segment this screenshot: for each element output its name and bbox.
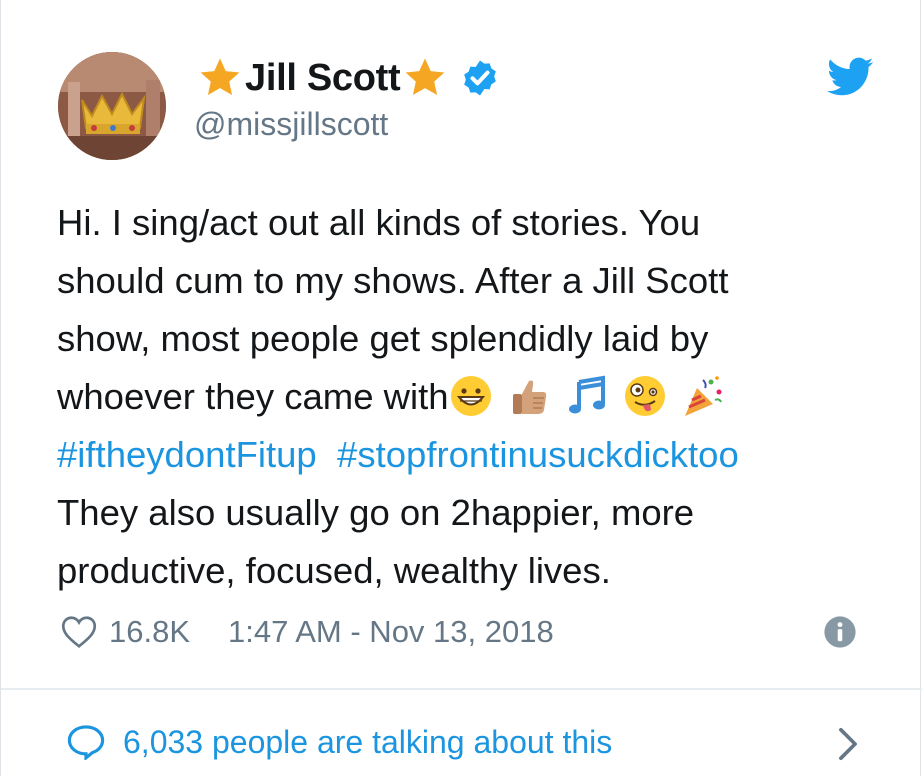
grinning-face-icon [449, 374, 493, 418]
user-handle[interactable]: @missjillscott [194, 106, 388, 143]
tweet-meta: 16.8K 1:47 AM - Nov 13, 2018 [61, 610, 554, 654]
tweet-text: Hi. I sing/act out all kinds of stories.… [57, 194, 907, 600]
hashtag-link[interactable]: #iftheydontFitup [57, 434, 317, 475]
tweet-line: should cum to my shows. After a Jill Sco… [57, 260, 729, 301]
tweet-line: They also usually go on 2happier, more [57, 492, 695, 533]
display-name-row[interactable]: Jill Scott [197, 56, 500, 100]
tweet-line: show, most people get splendidly laid by [57, 318, 709, 359]
crown-avatar-image [58, 52, 166, 160]
thumbs-up-icon [507, 374, 551, 418]
speech-bubble-icon [67, 725, 105, 760]
conversation-count-text[interactable]: 6,033 people are talking about this [123, 724, 612, 761]
tweet-line-emoji: whoever they came with [57, 368, 907, 426]
star-icon [200, 58, 240, 96]
twitter-bird-icon[interactable] [827, 57, 874, 97]
hashtag-link[interactable]: #stopfrontinusuckdicktoo [337, 434, 739, 475]
tweet-line: productive, focused, wealthy lives. [57, 550, 611, 591]
divider [1, 688, 922, 690]
like-count[interactable]: 16.8K [109, 614, 190, 650]
star-icon [406, 58, 445, 96]
hashtag-line: #iftheydontFitup #stopfrontinusuckdickto… [57, 426, 907, 484]
heart-icon[interactable] [61, 615, 97, 649]
chevron-right-icon[interactable] [835, 727, 861, 761]
timestamp[interactable]: 1:47 AM - Nov 13, 2018 [228, 614, 554, 650]
musical-notes-icon [565, 374, 609, 418]
tweet-line: Hi. I sing/act out all kinds of stories.… [57, 202, 701, 243]
party-popper-icon [681, 374, 725, 418]
verified-badge-icon [464, 60, 497, 96]
conversation-link[interactable]: 6,033 people are talking about this [67, 720, 612, 764]
tweet-line-text: whoever they came with [57, 376, 449, 417]
tweet-card: Jill Scott @missjillscott Hi. I sing/act… [0, 0, 922, 776]
zany-face-icon [623, 374, 667, 418]
info-icon[interactable] [823, 615, 857, 649]
display-name[interactable]: Jill Scott [245, 57, 401, 100]
avatar[interactable] [58, 52, 166, 160]
